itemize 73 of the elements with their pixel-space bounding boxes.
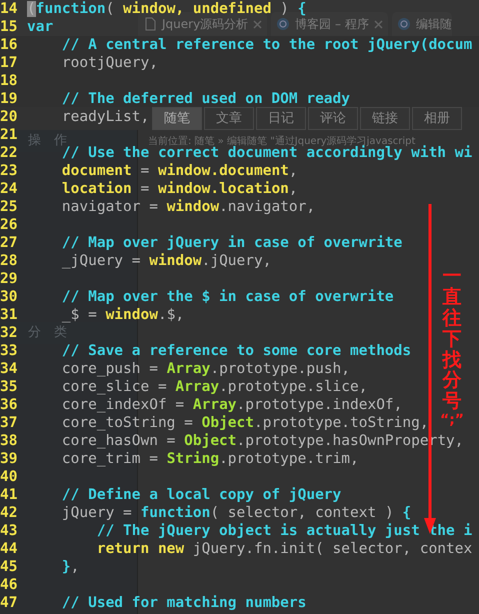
code-line: _$ = window.$,	[60, 306, 184, 324]
line-number: 39	[0, 450, 18, 468]
code-line: document = window.document,	[60, 162, 298, 180]
line-number: 31	[0, 306, 18, 324]
line-number: 32	[0, 324, 18, 342]
page-icon	[143, 17, 157, 31]
code-line: jQuery = function( selector, context ) {	[60, 504, 412, 522]
blog-tab[interactable]: 相册	[412, 107, 462, 130]
code-line: // A central reference to the root jQuery(docum	[60, 36, 472, 54]
line-number: 16	[0, 36, 18, 54]
code-line: _jQuery = window.jQuery,	[60, 252, 272, 270]
line-number: 18	[0, 72, 18, 90]
line-number: 20	[0, 108, 18, 126]
code-line: // Map over jQuery in case of overwrite	[60, 234, 402, 252]
line-number: 35	[0, 378, 18, 396]
blog-tab[interactable]: 链接	[360, 107, 410, 130]
line-number: 47	[0, 594, 18, 612]
line-number: 21	[0, 126, 18, 144]
annotation-text: 一直往下找分号	[442, 266, 462, 412]
line-number: 14	[0, 0, 18, 18]
code-line: core_push = Array.prototype.push,	[60, 360, 350, 378]
line-number: 45	[0, 558, 18, 576]
code-line: // Used for matching numbers	[60, 594, 306, 612]
code-line: location = window.location,	[60, 180, 298, 198]
code-line: },	[60, 558, 80, 576]
line-number: 41	[0, 486, 18, 504]
line-number: 23	[0, 162, 18, 180]
blog-tab[interactable]: 文章	[204, 107, 254, 130]
code-line: rootjQuery,	[60, 54, 158, 72]
line-number: 24	[0, 180, 18, 198]
line-number: 33	[0, 342, 18, 360]
code-line: var	[27, 18, 54, 36]
site-logo-icon	[276, 17, 290, 31]
line-number: 38	[0, 432, 18, 450]
line-number: 46	[0, 576, 18, 594]
code-line: core_trim = String.prototype.trim,	[60, 450, 359, 468]
line-number: 40	[0, 468, 18, 486]
code-line: readyList,	[60, 108, 150, 126]
line-number: 43	[0, 522, 18, 540]
line-number: 42	[0, 504, 18, 522]
code-line: navigator = window.navigator,	[60, 198, 316, 216]
code-line: // Define a local copy of jQuery	[60, 486, 342, 504]
line-number: 17	[0, 54, 18, 72]
code-line: return new jQuery.fn.init( selector, contex	[96, 540, 472, 558]
close-icon[interactable]	[374, 20, 383, 28]
close-icon[interactable]	[253, 20, 262, 28]
line-number: 26	[0, 216, 18, 234]
code-line: // Map over the $ in case of overwrite	[60, 288, 394, 306]
site-logo-icon	[396, 17, 411, 31]
line-number: 27	[0, 234, 18, 252]
browser-tab[interactable]: 编辑随	[392, 12, 452, 36]
code-line: core_slice = Array.prototype.slice,	[60, 378, 368, 396]
breadcrumb: 当前位置: 随笔 » 编辑随笔 "通过Jquery源码学习javascript	[148, 134, 416, 147]
blog-tab[interactable]: 日记	[256, 107, 306, 130]
code-line: // The deferred used on DOM ready	[60, 90, 350, 108]
blog-tab[interactable]: 评论	[308, 107, 358, 130]
line-number: 29	[0, 270, 18, 288]
blog-tab[interactable]: 随笔	[152, 107, 202, 130]
code-line: // Use the correct document accordingly with wi	[62, 145, 472, 162]
line-number: 44	[0, 540, 18, 558]
annotation-text: “;”	[440, 412, 464, 430]
code-line: core_indexOf = Array.prototype.indexOf,	[60, 396, 402, 414]
line-number: 37	[0, 414, 18, 432]
line-number: 25	[0, 198, 18, 216]
line-number: 34	[0, 360, 18, 378]
line-number: 15	[0, 18, 18, 36]
code-line: // Save a reference to some core methods	[60, 342, 412, 360]
code-line: core_toString = Object.prototype.toString,	[60, 414, 429, 432]
line-number: 22	[0, 144, 18, 162]
line-number: 28	[0, 252, 18, 270]
line-number: 19	[0, 90, 18, 108]
line-number: 30	[0, 288, 18, 306]
line-number: 36	[0, 396, 18, 414]
